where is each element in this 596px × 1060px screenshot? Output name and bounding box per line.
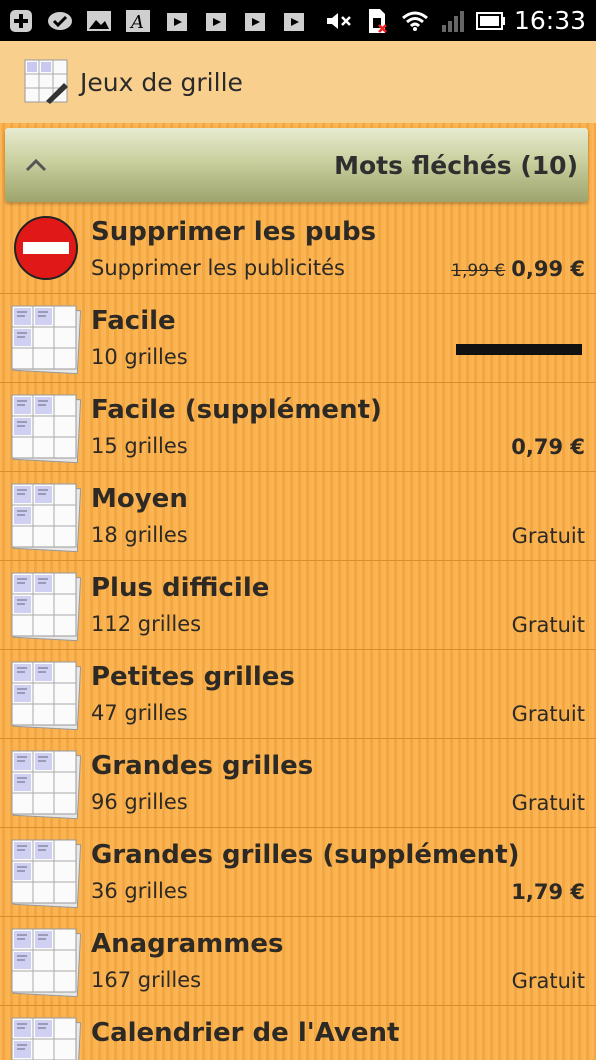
no-entry-icon (14, 216, 78, 280)
list-item-subtitle: 112 grilles (91, 612, 202, 636)
status-bar: A 16:33 (0, 0, 596, 41)
grid-thumbnail-icon (11, 927, 82, 998)
signal-icon (438, 8, 468, 34)
list-item[interactable]: Moyen 18 grilles Gratuit (0, 472, 596, 561)
grid-thumbnail-icon (11, 660, 82, 731)
font-app-icon: A (123, 8, 153, 34)
section-title: Mots fléchés (10) (334, 150, 578, 180)
list-item-title: Facile (91, 306, 176, 336)
old-price: 1,99 € (451, 261, 506, 281)
price-label: 1,99 €0,99 € (451, 257, 585, 281)
list-item-title: Supprimer les pubs (91, 217, 377, 247)
battery-icon (475, 8, 506, 34)
list-item-subtitle: 167 grilles (91, 968, 202, 992)
grid-thumbnail-icon (11, 749, 82, 820)
sim-blocked-icon (362, 8, 392, 34)
chevron-up-icon (25, 158, 47, 172)
price-label: Gratuit (511, 613, 585, 637)
action-bar: Jeux de grille (0, 41, 596, 124)
list-item[interactable]: Plus difficile 112 grilles Gratuit (0, 561, 596, 650)
mute-icon (324, 8, 354, 34)
system-icons: 16:33 (324, 6, 586, 35)
list-item-subtitle: Supprimer les publicités (91, 256, 345, 280)
list-item-title: Facile (supplément) (91, 395, 382, 425)
content-area: Mots fléchés (10) Supprimer les pubs Sup… (0, 123, 596, 1060)
list-item-title: Calendrier de l'Avent (91, 1018, 400, 1048)
list-item[interactable]: Grandes grilles 96 grilles Gratuit (0, 739, 596, 828)
list-item-subtitle: 18 grilles (91, 523, 188, 547)
app-title: Jeux de grille (80, 67, 243, 97)
play-store-icon (201, 8, 231, 34)
list-item-title: Grandes grilles (91, 751, 314, 781)
price-label: 0,79 € (511, 435, 585, 459)
play-store-icon (162, 8, 192, 34)
list-item[interactable]: Calendrier de l'Avent (0, 1006, 596, 1060)
grid-thumbnail-icon (11, 393, 82, 464)
wifi-icon (400, 8, 430, 34)
list-item-title: Moyen (91, 484, 188, 514)
image-icon (84, 8, 114, 34)
notification-icons: A (6, 8, 309, 34)
list-item[interactable]: Facile 10 grilles (0, 294, 596, 383)
list-item-subtitle: 15 grilles (91, 434, 188, 458)
price-label: Gratuit (511, 702, 585, 726)
check-bubble-icon (45, 8, 75, 34)
grid-thumbnail-icon (11, 571, 82, 642)
svg-text:A: A (129, 12, 144, 33)
price-label: Gratuit (511, 524, 585, 548)
plus-icon (6, 8, 36, 34)
grid-thumbnail-icon (11, 1016, 82, 1060)
grid-thumbnail-icon (11, 838, 82, 909)
list-item-remove-ads[interactable]: Supprimer les pubs Supprimer les publici… (0, 205, 596, 294)
list-item-subtitle: 36 grilles (91, 879, 188, 903)
list-item[interactable]: Anagrammes 167 grilles Gratuit (0, 917, 596, 1006)
list-item[interactable]: Grandes grilles (supplément) 36 grilles … (0, 828, 596, 917)
price-label: Gratuit (511, 791, 585, 815)
list-item-title: Anagrammes (91, 929, 284, 959)
pack-list: Supprimer les pubs Supprimer les publici… (0, 205, 596, 1060)
progress-bar (456, 344, 582, 355)
grid-thumbnail-icon (11, 482, 82, 553)
list-item-subtitle: 47 grilles (91, 701, 188, 725)
list-item-title: Plus difficile (91, 573, 270, 603)
price-label: Gratuit (511, 969, 585, 993)
list-item[interactable]: Petites grilles 47 grilles Gratuit (0, 650, 596, 739)
price-label: 1,79 € (511, 880, 585, 904)
list-item-title: Grandes grilles (supplément) (91, 840, 520, 870)
list-item-subtitle: 96 grilles (91, 790, 188, 814)
clock: 16:33 (513, 6, 586, 35)
list-item-subtitle: 10 grilles (91, 345, 188, 369)
crossword-app-icon[interactable] (24, 59, 70, 105)
current-price: 0,99 € (511, 257, 585, 281)
section-header-mots-fleches[interactable]: Mots fléchés (10) (5, 128, 588, 202)
list-item[interactable]: Facile (supplément) 15 grilles 0,79 € (0, 383, 596, 472)
play-store-icon (279, 8, 309, 34)
grid-thumbnail-icon (11, 304, 82, 375)
play-store-icon (240, 8, 270, 34)
list-item-title: Petites grilles (91, 662, 295, 692)
